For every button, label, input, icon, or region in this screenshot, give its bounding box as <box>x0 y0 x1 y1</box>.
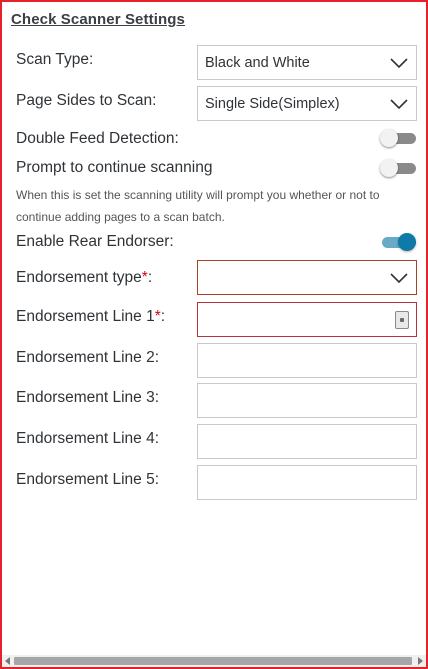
endorsement-line-1-input[interactable] <box>197 302 417 337</box>
settings-panel: Check Scanner Settings Scan Type: Black … <box>0 0 428 669</box>
endorsement-line-5-label: Endorsement Line 5: <box>16 471 160 488</box>
scrollbar-thumb[interactable] <box>14 657 412 665</box>
prompt-continue-toggle[interactable] <box>380 158 416 178</box>
scan-type-label: Scan Type: <box>16 51 94 68</box>
scan-type-select[interactable]: Black and White <box>197 45 417 80</box>
endorsement-line-5-input[interactable] <box>197 465 417 500</box>
chevron-down-icon <box>390 58 408 69</box>
panel-title: Check Scanner Settings <box>11 11 185 28</box>
label-suffix: : <box>147 269 153 286</box>
page-sides-label: Page Sides to Scan: <box>16 92 157 109</box>
endorsement-line-3-input[interactable] <box>197 383 417 418</box>
prompt-continue-label: Prompt to continue scanning <box>16 159 213 176</box>
prompt-continue-help: When this is set the scanning utility wi… <box>16 188 380 224</box>
endorsement-type-select[interactable] <box>197 260 417 295</box>
chevron-down-icon <box>390 273 408 284</box>
endorsement-line-1-label-text: Endorsement Line 1 <box>16 308 155 325</box>
double-feed-label: Double Feed Detection: <box>16 130 179 147</box>
toggle-knob <box>380 129 398 147</box>
page-sides-value: Single Side(Simplex) <box>205 96 340 112</box>
chevron-down-icon <box>390 99 408 110</box>
toggle-knob <box>398 233 416 251</box>
endorsement-line-2-label: Endorsement Line 2: <box>16 349 160 366</box>
label-suffix: : <box>160 308 166 325</box>
scan-type-value: Black and White <box>205 55 310 71</box>
rear-endorser-toggle[interactable] <box>380 232 416 252</box>
endorsement-line-2-input[interactable] <box>197 343 417 378</box>
endorsement-line-3-label: Endorsement Line 3: <box>16 389 160 406</box>
endorsement-type-label: Endorsement type*: <box>16 269 152 287</box>
endorsement-type-label-text: Endorsement type <box>16 269 142 286</box>
rear-endorser-label: Enable Rear Endorser: <box>16 233 174 250</box>
page-sides-select[interactable]: Single Side(Simplex) <box>197 86 417 121</box>
scroll-left-icon[interactable] <box>5 657 10 665</box>
lock-icon[interactable] <box>395 311 409 329</box>
endorsement-line-4-input[interactable] <box>197 424 417 459</box>
scroll-right-icon[interactable] <box>418 657 423 665</box>
endorsement-line-1-label: Endorsement Line 1*: <box>16 308 165 326</box>
toggle-knob <box>380 159 398 177</box>
horizontal-scrollbar[interactable] <box>2 655 426 667</box>
endorsement-line-4-label: Endorsement Line 4: <box>16 430 160 447</box>
double-feed-toggle[interactable] <box>380 128 416 148</box>
